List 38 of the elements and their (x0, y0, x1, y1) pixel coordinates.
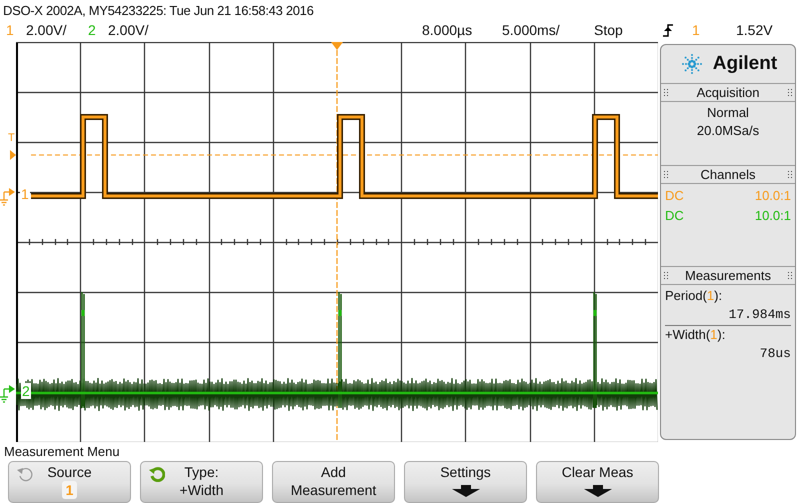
section-title: Measurements (685, 268, 771, 283)
channel-number: 1 (6, 22, 15, 38)
brand-name: Agilent (712, 53, 778, 75)
channel-number: 2 (88, 22, 97, 38)
acquisition-mode: Normal (706, 104, 750, 122)
down-arrow-icon (452, 485, 480, 497)
measurement-name: Period(1): (665, 287, 724, 305)
section-title: Channels (700, 167, 756, 182)
trigger-arrow-icon (10, 150, 16, 160)
time-delay: 8.000µs (422, 22, 474, 38)
measurement-value: 78us (758, 345, 791, 363)
softkey-button[interactable]: Source 1 (8, 461, 131, 503)
channel-scale: 2.00V/ (26, 22, 68, 38)
time-scale: 5.000ms/ (502, 22, 561, 38)
measurement-value: 17.984ms (728, 306, 791, 324)
section-title: Acquisition (696, 85, 760, 100)
window-title: DSO-X 2002A, MY54233225: Tue Jun 21 16:58:43 2016 (2, 2, 315, 20)
probe-ratio: 10.0:1 (754, 207, 791, 225)
measurement-name: +Width(1): (665, 325, 791, 344)
sample-rate: 20.0MSa/s (696, 122, 760, 140)
menu-title: Measurement Menu (3, 443, 121, 461)
channel-label: 1 (20, 186, 30, 202)
channel-coupling: DC (665, 207, 684, 225)
channel-coupling: DC (665, 187, 684, 205)
run-state: Stop (594, 22, 624, 38)
softkey-button[interactable]: Settings (404, 461, 527, 503)
channel-label: 2 (21, 383, 31, 399)
trigger-source: 1 (692, 22, 701, 38)
softkey-button[interactable]: Type: +Width (140, 461, 263, 503)
rising-edge-icon (662, 23, 674, 37)
trigger-level: 1.52V (736, 22, 773, 38)
trigger-level-marker: T (8, 132, 15, 144)
down-arrow-icon (584, 485, 612, 497)
channel-scale: 2.00V/ (108, 22, 150, 38)
probe-ratio: 10.0:1 (754, 187, 791, 205)
softkey-button[interactable]: Clear Meas (536, 461, 659, 503)
trigger-position-icon (331, 42, 343, 50)
softkey-button[interactable]: Add Measurement (272, 461, 395, 503)
